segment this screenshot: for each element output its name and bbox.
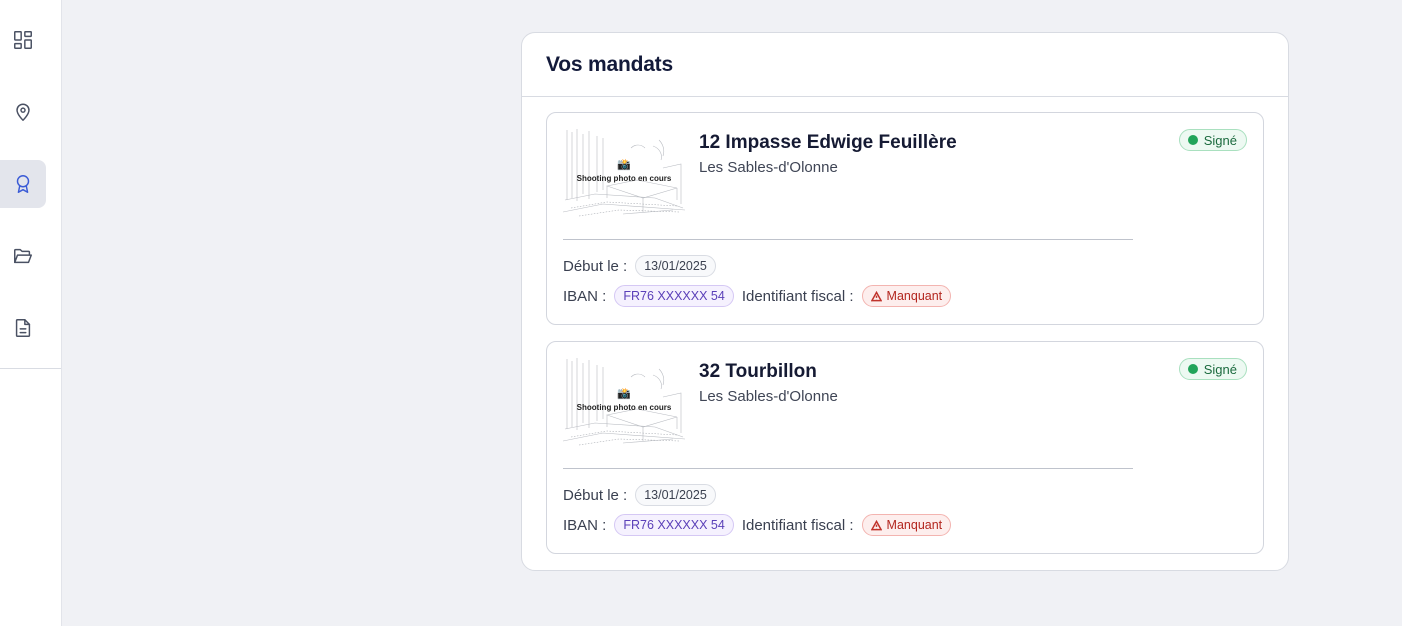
sidebar-item-properties[interactable]	[0, 88, 46, 136]
page-title: Vos mandats	[546, 52, 673, 76]
sidebar-item-mandates[interactable]	[0, 160, 46, 208]
mandate-address: 12 Impasse Edwige Feuillère	[699, 132, 957, 153]
start-date-row: Début le : 13/01/2025	[563, 255, 716, 277]
card-divider	[563, 239, 1133, 240]
iban-chip: FR76 XXXXXX 54	[614, 514, 734, 536]
iban-label: IBAN :	[563, 287, 607, 305]
warning-triangle-icon	[870, 519, 882, 530]
mandate-city: Les Sables-d'Olonne	[699, 159, 838, 176]
start-date-chip: 13/01/2025	[635, 484, 716, 506]
sidebar-item-folders[interactable]	[0, 232, 46, 280]
sidebar-divider	[0, 368, 61, 369]
iban-row: IBAN : FR76 XXXXXX 54 Identifiant fiscal…	[563, 514, 952, 536]
iban-chip: FR76 XXXXXX 54	[614, 285, 734, 307]
panel-header: Vos mandats	[522, 33, 1288, 97]
status-badge: Signé	[1178, 358, 1247, 380]
property-photo-placeholder: 📸 Shooting photo en cours	[563, 357, 685, 449]
fiscal-id-label: Identifiant fiscal :	[741, 287, 854, 305]
fiscal-id-missing-chip[interactable]: Manquant	[861, 514, 952, 536]
dashboard-grid-icon	[14, 31, 32, 49]
fiscal-id-status: Manquant	[886, 289, 943, 303]
mandate-city: Les Sables-d'Olonne	[699, 388, 838, 405]
mandate-card[interactable]: 📸 Shooting photo en cours 32 Tourbillon …	[546, 341, 1264, 554]
mandate-card[interactable]: 📸 Shooting photo en cours 12 Impasse Edw…	[546, 112, 1264, 325]
sidebar-item-documents[interactable]	[0, 304, 46, 352]
document-icon	[15, 319, 31, 337]
photo-status-label: Shooting photo en cours	[576, 403, 672, 412]
sidebar-item-dashboard[interactable]	[0, 16, 46, 64]
start-date-row: Début le : 13/01/2025	[563, 484, 716, 506]
folder-open-icon	[14, 248, 32, 264]
card-divider	[563, 468, 1133, 469]
app: Vos mandats 📸 Shooting photo en cours 12…	[0, 0, 1402, 626]
mandates-panel: Vos mandats 📸 Shooting photo en cours 12…	[521, 32, 1289, 571]
status-dot-icon	[1187, 364, 1198, 374]
start-date-label: Début le :	[563, 486, 628, 504]
iban-label: IBAN :	[563, 516, 607, 534]
property-photo-placeholder: 📸 Shooting photo en cours	[563, 128, 685, 220]
map-pin-icon	[16, 103, 30, 121]
start-date-chip: 13/01/2025	[635, 255, 716, 277]
photo-status-label: Shooting photo en cours	[576, 174, 672, 183]
fiscal-id-missing-chip[interactable]: Manquant	[861, 285, 952, 307]
award-badge-icon	[16, 175, 30, 193]
status-dot-icon	[1187, 135, 1198, 145]
status-badge: Signé	[1178, 129, 1247, 151]
fiscal-id-label: Identifiant fiscal :	[741, 516, 854, 534]
warning-triangle-icon	[870, 290, 882, 301]
camera-icon: 📸	[617, 159, 631, 171]
camera-icon: 📸	[617, 388, 631, 400]
status-label: Signé	[1203, 132, 1237, 148]
status-label: Signé	[1203, 361, 1237, 377]
start-date-label: Début le :	[563, 257, 628, 275]
fiscal-id-status: Manquant	[886, 518, 943, 532]
mandate-address: 32 Tourbillon	[699, 361, 817, 382]
sidebar	[0, 0, 62, 626]
iban-row: IBAN : FR76 XXXXXX 54 Identifiant fiscal…	[563, 285, 952, 307]
